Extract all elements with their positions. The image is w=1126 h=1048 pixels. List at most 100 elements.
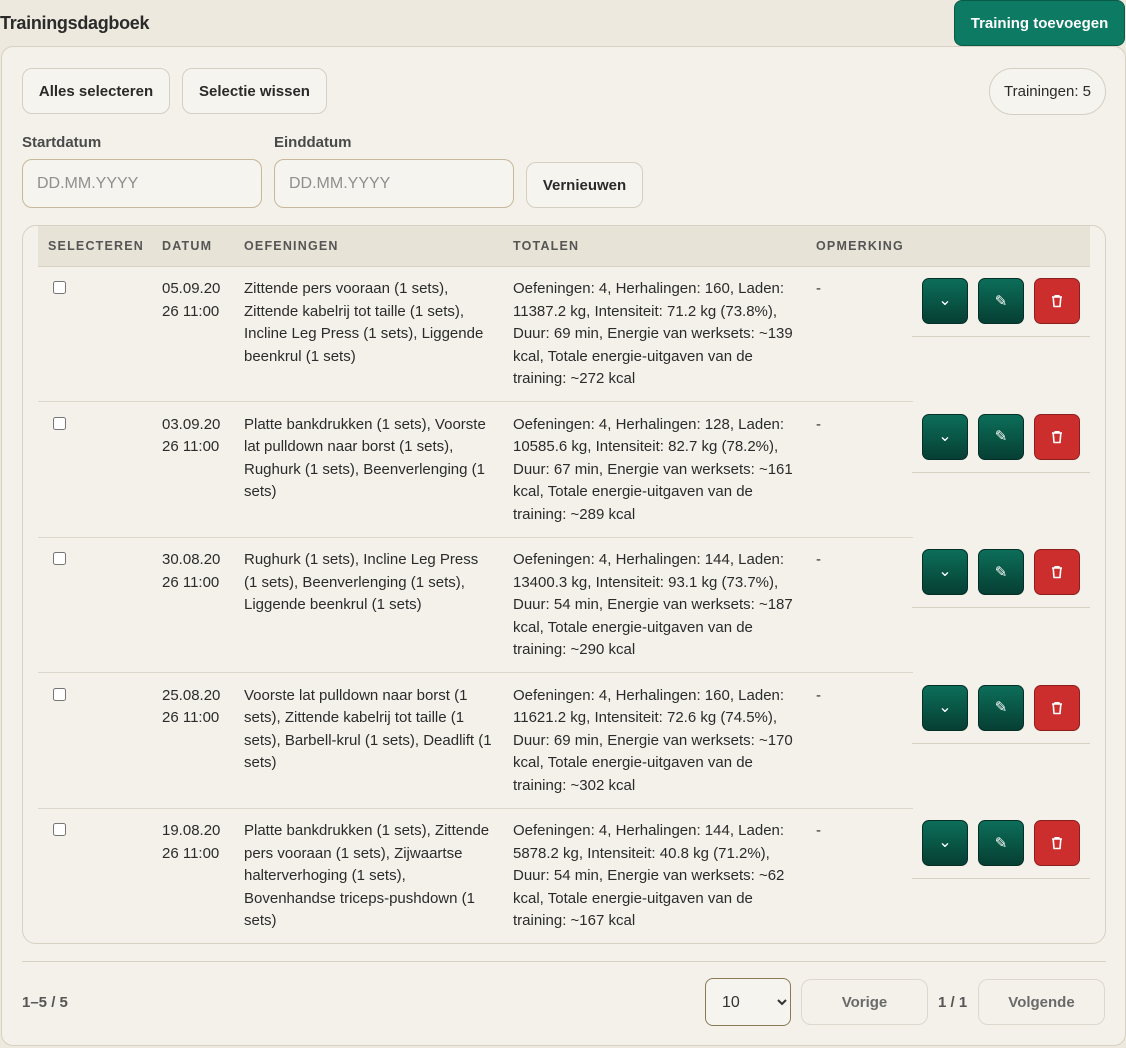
chevron-down-icon: ⌄ <box>938 563 952 580</box>
row-totals-line: training: ~302 kcal <box>513 776 636 794</box>
next-page-button[interactable]: Volgende <box>978 979 1105 1025</box>
row-date-line: 26 11:00 <box>162 302 220 320</box>
row-totals-line: training: ~289 kcal <box>513 505 636 523</box>
row-totals-line: kcal, Totale energie-uitgaven van de <box>513 754 753 771</box>
delete-button[interactable] <box>1034 684 1080 731</box>
row-totals-line: Oefeningen: 4, Herhalingen: 160, Laden: <box>513 686 785 704</box>
chevron-down-icon: ⌄ <box>938 834 952 851</box>
edit-button[interactable]: ✎ <box>978 413 1024 460</box>
header-date: DATUM <box>162 239 213 253</box>
row-note: - <box>816 415 821 433</box>
row-note: - <box>816 280 821 297</box>
row-date-line: 03.09.20 <box>162 415 221 433</box>
expand-button[interactable]: ⌄ <box>922 820 968 866</box>
row-totals-line: Oefeningen: 4, Herhalingen: 144, Laden: <box>513 551 785 568</box>
row-exercises-line: lat pulldown naar borst (1 sets), <box>244 438 454 455</box>
chevron-down-icon: ⌄ <box>938 292 952 309</box>
add-training-button[interactable]: Training toevoegen <box>954 0 1125 46</box>
row-totals-line: training: ~290 kcal <box>513 641 636 658</box>
row-date: 19.08.20 26 11:00 <box>162 820 220 865</box>
row-totals-line: kcal, Totale energie-uitgaven van de <box>513 483 753 500</box>
row-note: - <box>816 822 821 839</box>
table-row: 19.08.20 26 11:00 Platte bankdrukken (1 se… <box>38 809 1090 943</box>
row-note: - <box>816 551 821 568</box>
row-date: 05.09.20 26 11:00 <box>162 278 220 323</box>
expand-button[interactable]: ⌄ <box>922 278 968 324</box>
edit-button[interactable]: ✎ <box>978 820 1024 866</box>
row-checkbox[interactable] <box>53 416 66 430</box>
expand-button[interactable]: ⌄ <box>922 684 968 731</box>
row-exercises: Platte bankdrukken (1 sets), Zittende per… <box>244 820 489 933</box>
row-checkbox[interactable] <box>53 281 66 294</box>
start-date-input[interactable] <box>22 159 262 208</box>
row-checkbox[interactable] <box>53 687 66 701</box>
row-checkbox[interactable] <box>53 823 66 836</box>
table-row: 05.09.20 26 11:00 Zittende pers vooraan (1… <box>38 267 1090 402</box>
page-indicator: 1 / 1 <box>938 994 968 1011</box>
row-exercises-line: sets) <box>244 912 277 929</box>
row-exercises-line: Rughurk (1 sets), Incline Leg Press <box>244 551 479 568</box>
row-totals-line: kcal, Totale energie-uitgaven van de <box>513 618 753 636</box>
expand-button[interactable]: ⌄ <box>922 549 968 595</box>
row-totals-line: Oefeningen: 4, Herhalingen: 144, Laden: <box>513 822 785 839</box>
delete-button[interactable] <box>1034 413 1080 460</box>
page-size-select[interactable]: 10 <box>705 978 791 1026</box>
edit-button[interactable]: ✎ <box>978 549 1024 595</box>
row-exercises-line: sets) <box>244 754 277 771</box>
row-date: 30.08.20 26 11:00 <box>162 549 220 594</box>
expand-button[interactable]: ⌄ <box>922 413 968 460</box>
delete-button[interactable] <box>1034 820 1080 866</box>
pencil-icon: ✎ <box>994 292 1008 310</box>
row-date: 03.09.20 26 11:00 <box>162 414 220 459</box>
row-totals-line: 10585.6 kg, Intensiteit: 82.7 kg (78.2%)… <box>513 438 779 455</box>
clear-selection-button[interactable]: Selectie wissen <box>182 68 327 114</box>
row-totals-line: kcal, Totale energie-uitgaven van de <box>513 889 753 907</box>
delete-button[interactable] <box>1034 549 1080 595</box>
row-exercises: Platte bankdrukken (1 sets), Voorste lat … <box>244 414 486 504</box>
row-totals-line: Duur: 69 min, Energie van werksets: ~139 <box>513 325 793 342</box>
row-checkbox[interactable] <box>53 552 66 565</box>
row-note: - <box>816 686 821 704</box>
prev-page-button[interactable]: Vorige <box>801 979 928 1025</box>
row-date-line: 26 11:00 <box>162 709 220 726</box>
row-exercises-line: Zittende kabelrij tot taille (1 sets), <box>244 302 465 320</box>
edit-button[interactable]: ✎ <box>978 684 1024 731</box>
row-exercises-line: Platte bankdrukken (1 sets), Voorste <box>244 415 486 433</box>
trash-icon <box>1050 701 1064 715</box>
delete-button[interactable] <box>1034 278 1080 324</box>
table-row: 30.08.20 26 11:00 Rughurk (1 sets), Inclin… <box>38 538 1090 673</box>
row-actions: ⌄ ✎ <box>912 403 1090 473</box>
end-date-input[interactable] <box>274 159 514 208</box>
page-title: Trainingsdagboek <box>0 13 150 33</box>
footer-divider <box>22 961 1106 962</box>
table-header: SELECTEREN DATUM OEFENINGEN TOTALEN OPME… <box>38 226 1090 267</box>
row-exercises-line: Incline Leg Press (1 sets), Liggende <box>244 325 484 342</box>
start-date-label: Startdatum <box>22 134 102 151</box>
row-exercises-line: Rughurk (1 sets), Beenverlenging (1 <box>244 460 485 478</box>
row-exercises: Rughurk (1 sets), Incline Leg Press (1 se… <box>244 549 478 617</box>
trash-icon <box>1050 565 1064 579</box>
row-totals: Oefeningen: 4, Herhalingen: 160, Laden: 1… <box>513 685 793 798</box>
end-date-label: Einddatum <box>274 134 352 151</box>
row-exercises-line: halterverhoging (1 sets), <box>244 867 406 884</box>
row-totals-line: Duur: 54 min, Energie van werksets: ~62 <box>513 867 785 884</box>
header-select: SELECTEREN <box>48 239 145 253</box>
trash-icon <box>1050 836 1064 850</box>
table-row: 25.08.20 26 11:00 Voorste lat pulldown naa… <box>38 674 1090 809</box>
row-exercises-line: (1 sets), Beenverlenging (1 sets), <box>244 573 465 591</box>
row-exercises-line: Voorste lat pulldown naar borst (1 <box>244 686 468 704</box>
select-all-button[interactable]: Alles selecteren <box>22 68 170 114</box>
header-note: OPMERKING <box>816 239 904 253</box>
refresh-button[interactable]: Vernieuwen <box>526 162 643 208</box>
row-totals-line: Duur: 67 min, Energie van werksets: ~161 <box>513 460 793 478</box>
trash-icon <box>1050 430 1064 444</box>
training-count-badge: Trainingen: 5 <box>989 68 1106 115</box>
pencil-icon: ✎ <box>994 563 1008 581</box>
range-text: 1–5 / 5 <box>22 994 68 1011</box>
row-totals: Oefeningen: 4, Herhalingen: 160, Laden: 1… <box>513 278 793 391</box>
pencil-icon: ✎ <box>994 834 1008 852</box>
pencil-icon: ✎ <box>994 699 1008 716</box>
row-date-line: 05.09.20 <box>162 280 221 297</box>
row-exercises-line: Platte bankdrukken (1 sets), Zittende <box>244 822 490 839</box>
edit-button[interactable]: ✎ <box>978 278 1024 324</box>
